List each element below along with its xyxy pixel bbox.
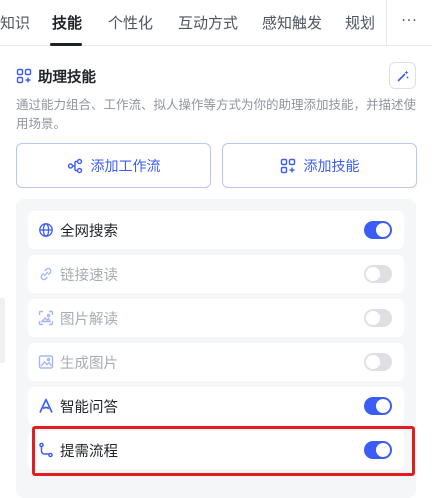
section-title-text: 助理技能	[38, 69, 96, 86]
add-workflow-label: 添加工作流	[90, 158, 161, 175]
tab-planning[interactable]: 规划	[345, 12, 375, 33]
image-icon	[38, 355, 54, 369]
globe-icon	[39, 223, 53, 237]
skill-label: 智能问答	[60, 399, 118, 416]
more-tabs-button[interactable]: ···	[386, 0, 432, 45]
tab-knowledge[interactable]: 知识	[0, 12, 30, 33]
skill-toggle[interactable]	[364, 353, 392, 371]
skill-web-search[interactable]: 全网搜索	[28, 211, 404, 249]
link-icon	[40, 267, 52, 281]
flow-path-icon	[39, 442, 53, 458]
skill-label: 全网搜索	[60, 223, 118, 240]
workflow-icon	[67, 158, 82, 173]
skill-image-generation[interactable]: 生成图片	[28, 343, 404, 381]
skill-link-reading[interactable]: 链接速读	[28, 255, 404, 293]
skill-smart-qa[interactable]: 智能问答	[28, 387, 404, 425]
skill-label: 链接速读	[60, 267, 118, 284]
skill-image-interpretation[interactable]: 图片解读	[28, 299, 404, 337]
ai-optimize-button[interactable]	[389, 62, 416, 89]
tab-perception-trigger[interactable]: 感知触发	[262, 12, 322, 33]
magic-wand-icon	[397, 70, 408, 81]
tab-interaction[interactable]: 互动方式	[178, 12, 238, 33]
active-tab-indicator	[50, 43, 82, 46]
skill-toggle[interactable]	[364, 397, 392, 415]
skill-label: 生成图片	[60, 355, 118, 372]
skill-requirement-flow[interactable]: 提需流程	[28, 431, 404, 469]
grid-plus-icon	[280, 158, 295, 173]
ai-letter-a-icon	[39, 398, 53, 413]
skill-label: 提需流程	[60, 443, 118, 460]
skill-label: 图片解读	[60, 311, 118, 328]
add-skill-label: 添加技能	[303, 158, 360, 175]
skill-toggle[interactable]	[364, 441, 392, 459]
side-scroll-handle[interactable]	[0, 298, 5, 363]
section-description: 通过能力组合、工作流、拟人操作等方式为你的助理添加技能，并描述使用场景。	[16, 97, 417, 131]
tab-skills[interactable]: 技能	[52, 12, 82, 33]
add-skill-button[interactable]: 添加技能	[222, 143, 417, 188]
skill-toggle[interactable]	[364, 309, 392, 327]
skill-toggle[interactable]	[364, 221, 392, 239]
section-title: 助理技能	[16, 66, 96, 86]
grid-plus-icon	[16, 68, 32, 84]
add-workflow-button[interactable]: 添加工作流	[16, 143, 211, 188]
skill-toggle[interactable]	[364, 265, 392, 283]
image-scan-icon	[38, 310, 54, 326]
tab-personalization[interactable]: 个性化	[108, 12, 153, 33]
tab-bar: 知识 技能 个性化 互动方式 感知触发 规划 ···	[0, 0, 432, 46]
